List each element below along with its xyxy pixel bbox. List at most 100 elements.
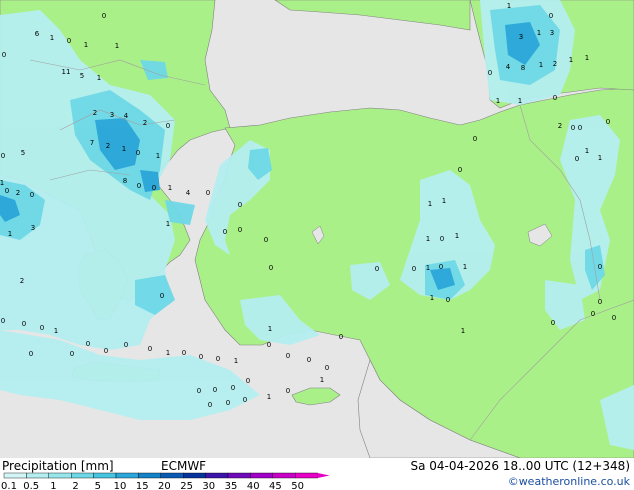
map-value-label: 1 <box>166 349 170 357</box>
map-value-label: 2 <box>16 189 20 197</box>
map-value-label: 1 <box>0 179 4 187</box>
map-value-label: 1 <box>54 327 58 335</box>
map-value-label: 2 <box>93 109 97 117</box>
map-value-label: 0 <box>612 314 616 322</box>
map-value-label: 0 <box>412 265 416 273</box>
map-value-label: 0 <box>575 155 579 163</box>
map-value-label: 2 <box>106 142 110 150</box>
map-value-label: 0 <box>124 341 128 349</box>
map-value-label: 1 <box>430 294 434 302</box>
scale-label: 2 <box>72 481 78 490</box>
scale-label: 30 <box>202 481 215 490</box>
map-value-label: 0 <box>40 324 44 332</box>
map-value-label: 0 <box>246 377 250 385</box>
map-value-label: 1 <box>97 74 101 82</box>
map-value-label: 0 <box>160 292 164 300</box>
map-value-label: 1 <box>569 56 573 64</box>
map-value-label: 0 <box>223 228 227 236</box>
map-value-label: 0 <box>307 356 311 364</box>
map-value-label: 0 <box>1 152 5 160</box>
map-value-label: 0 <box>238 201 242 209</box>
model-name: ECMWF <box>161 459 207 473</box>
map-value-label: 0 <box>70 350 74 358</box>
map-value-label: 1 <box>84 41 88 49</box>
map-value-label: 0 <box>440 235 444 243</box>
map-value-label: 1 <box>461 327 465 335</box>
scale-swatch <box>70 472 94 479</box>
map-value-label: 3 <box>519 33 523 41</box>
valid-time: Sa 04-04-2026 18..00 UTC (12+348) <box>410 459 630 473</box>
map-value-label: 5 <box>21 149 25 157</box>
map-value-label: 3 <box>550 29 554 37</box>
scale-label: 10 <box>114 481 127 490</box>
map-value-label: 0 <box>286 387 290 395</box>
map-value-label: 0 <box>551 319 555 327</box>
scale-label: 35 <box>225 481 238 490</box>
map-value-label: 1 <box>537 29 541 37</box>
scale-swatch <box>160 472 184 479</box>
map-value-label: 0 <box>446 296 450 304</box>
map-value-label: 1 <box>122 145 126 153</box>
precipitation-map: 6 1 0 10111 5 102 3 47 2 1 0 12580 0 100 2 0131014 020 0 0… <box>0 0 634 458</box>
scale-swatch <box>227 472 251 479</box>
map-value-label: 2 <box>143 119 147 127</box>
map-value-label: 1 <box>598 154 602 162</box>
map-value-label: 8 <box>123 177 127 185</box>
scale-swatch <box>250 472 273 479</box>
scale-swatch <box>272 472 296 479</box>
map-value-label: 0 <box>5 187 9 195</box>
map-value-label: 1 <box>518 97 522 105</box>
scale-swatch <box>138 472 161 479</box>
map-value-label: 1 <box>496 97 500 105</box>
map-value-label: 0 <box>458 166 462 174</box>
map-value-label: 0 <box>166 122 170 130</box>
map-value-label: 0 <box>325 364 329 372</box>
map-value-label: 1 <box>115 42 119 50</box>
map-value-label: 3 <box>110 111 114 119</box>
scale-label: 40 <box>247 481 260 490</box>
map-value-label: 0 <box>439 263 443 271</box>
map-value-label: 1 <box>166 220 170 228</box>
map-value-label: 1 <box>426 264 430 272</box>
map-value-label: 0 <box>473 135 477 143</box>
map-value-label: 0 <box>216 355 220 363</box>
map-value-label: 3 <box>31 224 35 232</box>
map-value-label: 4 <box>124 112 129 120</box>
map-value-label: 4 <box>186 189 191 197</box>
scale-arrow <box>317 473 330 478</box>
color-scale: 0.1 0.5 1 2 5 10 15 20 25 30 35 40 45 50 <box>1 472 330 490</box>
map-value-label: 2 <box>553 60 557 68</box>
credit-link[interactable]: ©weatheronline.co.uk <box>508 475 630 488</box>
map-value-label: 0 <box>148 345 152 353</box>
map-value-label: 1 <box>426 235 430 243</box>
map-value-label: 0 <box>591 310 595 318</box>
map-value-label: 5 <box>80 72 84 80</box>
scale-label: 0.1 <box>1 481 17 490</box>
map-value-label: 0 <box>182 349 186 357</box>
map-value-label: 0 <box>606 118 610 126</box>
map-value-label: 0 <box>22 320 26 328</box>
map-value-label: 1 <box>455 232 459 240</box>
map-value-label: 1 <box>539 61 543 69</box>
map-value-label: 0 <box>286 352 290 360</box>
scale-label: 25 <box>180 481 193 490</box>
scale-swatch <box>26 472 49 479</box>
scale-swatch <box>3 472 27 479</box>
map-value-label: 6 <box>35 30 40 38</box>
map-value-label: 0 <box>269 264 273 272</box>
scale-swatch <box>205 472 229 479</box>
map-value-label: 0 <box>267 341 271 349</box>
map-value-label: 0 <box>104 347 108 355</box>
map-value-label: 0 <box>549 12 553 20</box>
scale-label: 45 <box>269 481 282 490</box>
map-value-label: 1 <box>320 376 324 384</box>
scale-label: 0.5 <box>23 481 39 490</box>
map-value-label: 0 <box>29 350 33 358</box>
map-value-label: 2 <box>558 122 562 130</box>
map-value-label: 1 <box>268 325 272 333</box>
map-value-label: 7 <box>90 139 94 147</box>
map-value-label: 1 <box>463 263 467 271</box>
map-value-label: 0 <box>238 226 242 234</box>
map-value-label: 0 <box>208 401 212 409</box>
map-value-label: 2 <box>20 277 24 285</box>
